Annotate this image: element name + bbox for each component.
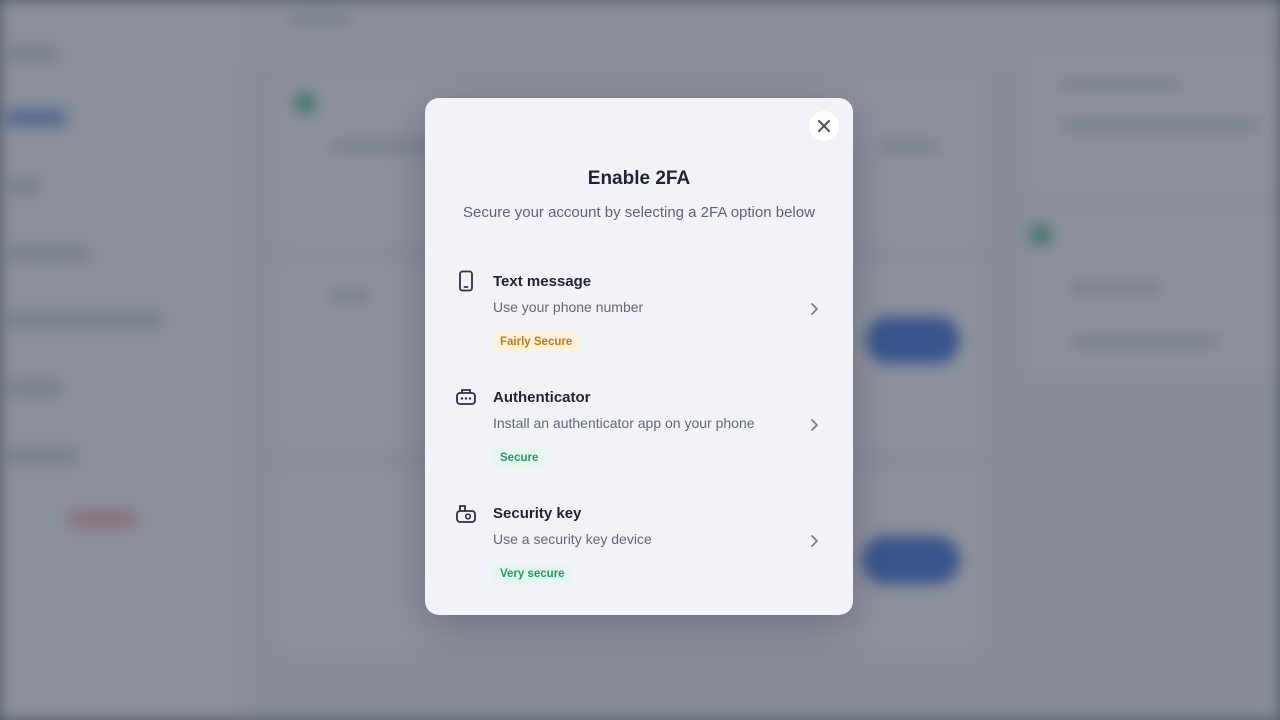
close-button[interactable]	[809, 111, 839, 141]
option-description: Use a security key device	[493, 531, 652, 547]
chevron-right-icon	[811, 535, 818, 547]
option-text-message[interactable]: Text message Use your phone number Fairl…	[447, 268, 831, 372]
option-authenticator[interactable]: Authenticator Install an authenticator a…	[447, 384, 831, 488]
modal-title: Enable 2FA	[587, 168, 691, 189]
option-title: Authenticator	[493, 389, 591, 406]
enable-2fa-modal: Enable 2FA Secure your account by select…	[425, 98, 853, 615]
security-badge: Secure	[493, 448, 546, 468]
phone-icon	[459, 270, 473, 292]
option-title: Security key	[493, 505, 582, 522]
chevron-right-icon	[811, 303, 818, 315]
option-security-key[interactable]: Security key Use a security key device V…	[447, 500, 831, 604]
option-description: Install an authenticator app on your pho…	[493, 415, 755, 431]
close-icon	[818, 120, 830, 132]
modal-subtitle: Secure your account by selecting a 2FA o…	[463, 204, 815, 221]
security-badge: Very secure	[493, 564, 572, 584]
authenticator-icon	[456, 389, 476, 405]
security-badge: Fairly Secure	[493, 332, 580, 352]
chevron-right-icon	[811, 419, 818, 431]
security-key-icon	[456, 505, 476, 523]
option-title: Text message	[493, 273, 592, 290]
option-description: Use your phone number	[493, 299, 644, 315]
